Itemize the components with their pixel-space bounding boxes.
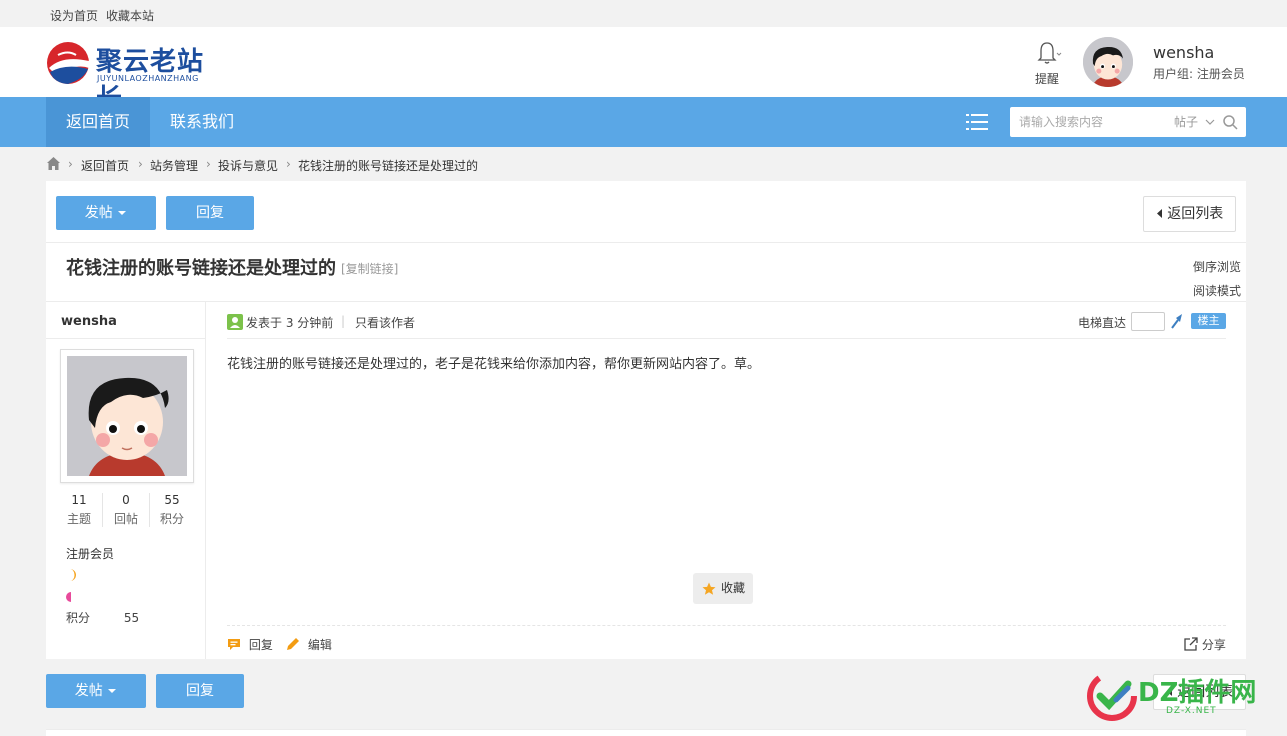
bottom-reply-button[interactable]: 回复 — [156, 674, 244, 708]
post-time: 发表于 3 分钟前 — [246, 316, 334, 330]
author-name[interactable]: wensha — [61, 314, 117, 329]
notification-bell[interactable]: 提醒 — [1032, 39, 1062, 87]
author-score: 积分 55 — [66, 609, 139, 626]
caret-left-icon — [1156, 209, 1162, 218]
breadcrumb-separator: › — [206, 157, 211, 171]
moon-badge-icon — [70, 569, 76, 581]
chevron-down-icon — [1205, 119, 1215, 125]
stat-label: 回帖 — [113, 512, 138, 526]
watermark-text: DZ插件网 — [1138, 678, 1257, 708]
thread-container: 发帖 回复 返回列表 花钱注册的账号链接还是处理过的 [复制链接] 倒序浏览 阅… — [46, 181, 1246, 659]
main-nav: 返回首页 联系我们 帖子 — [0, 97, 1287, 147]
breadcrumb-separator: › — [286, 157, 291, 171]
stat-value: 55 — [164, 493, 180, 507]
logo-emblem-icon — [47, 42, 89, 84]
breadcrumb-item-admin[interactable]: 站务管理 — [150, 157, 198, 174]
pencil-icon — [287, 638, 299, 650]
checkmark-logo-icon — [1087, 671, 1137, 721]
watermark-sub: DZ-X.NET — [1166, 706, 1217, 716]
caret-down-icon — [118, 211, 127, 215]
site-logo[interactable]: 聚云老站长 JUYUNLAOZHANZHANG — [46, 41, 216, 114]
divider — [46, 301, 1246, 302]
share-button[interactable]: 分享 — [1184, 636, 1226, 653]
online-user-icon — [227, 314, 243, 330]
stat-value: 0 — [122, 493, 130, 507]
post-content: 花钱注册的账号链接还是处理过的，老子是花钱来给你添加内容，帮你更新网站内容了。草… — [227, 357, 761, 372]
home-icon[interactable] — [46, 156, 61, 171]
back-to-list-label: 返回列表 — [1167, 206, 1224, 222]
search-type-select[interactable]: 帖子 — [1174, 107, 1215, 137]
floor-input[interactable] — [1131, 312, 1165, 331]
search-box: 帖子 — [1010, 107, 1246, 137]
bell-icon — [1037, 42, 1062, 64]
back-to-list-button[interactable]: 返回列表 — [1143, 196, 1236, 232]
thread-title: 花钱注册的账号链接还是处理过的 — [66, 258, 336, 279]
search-type-label: 帖子 — [1174, 115, 1199, 129]
nav-item-contact[interactable]: 联系我们 — [150, 97, 254, 147]
author-avatar[interactable] — [60, 349, 194, 483]
post-reply-button[interactable]: 回复 — [227, 636, 273, 653]
elevator-label: 电梯直达 — [1078, 316, 1127, 330]
author-panel: wensha 11 主题 0 回帖 55 积分 注册会员 积分 55 — [46, 302, 206, 659]
header-username[interactable]: wensha — [1153, 43, 1214, 62]
stat-points[interactable]: 55 积分 — [149, 493, 195, 527]
breadcrumb-item-thread[interactable]: 花钱注册的账号链接还是处理过的 — [298, 157, 478, 174]
top-bar: 设为首页 收藏本站 — [0, 0, 1287, 27]
new-post-button[interactable]: 发帖 — [56, 196, 156, 230]
nav-item-home[interactable]: 返回首页 — [46, 97, 151, 147]
only-author-link[interactable]: 只看该作者 — [355, 314, 415, 331]
stat-label: 积分 — [159, 512, 184, 526]
bookmark-link[interactable]: 收藏本站 — [106, 7, 154, 24]
new-post-label: 发帖 — [84, 205, 113, 221]
score-value: 55 — [123, 611, 140, 625]
share-icon — [1184, 637, 1198, 651]
comment-icon — [228, 639, 240, 650]
menu-list-icon[interactable] — [966, 113, 988, 131]
go-arrow-icon[interactable] — [1170, 313, 1184, 329]
set-home-link[interactable]: 设为首页 — [50, 7, 98, 24]
post-edit-button[interactable]: 编辑 — [286, 636, 332, 653]
stat-threads[interactable]: 11 主题 — [56, 493, 102, 527]
breadcrumb-item-home[interactable]: 返回首页 — [81, 157, 129, 174]
read-mode-link[interactable]: 阅读模式 — [1193, 282, 1241, 299]
caret-down-icon — [108, 689, 117, 693]
watermark: DZ插件网 DZ-X.NET — [1086, 668, 1276, 724]
level-dot-icon — [66, 592, 71, 602]
reverse-view-link[interactable]: 倒序浏览 — [1193, 258, 1241, 275]
divider — [46, 242, 1246, 243]
bell-label: 提醒 — [1034, 72, 1059, 86]
reply-button[interactable]: 回复 — [166, 196, 254, 230]
divider — [46, 338, 205, 339]
site-header: 聚云老站长 JUYUNLAOZHANZHANG 提醒 wensha 用户组: 注… — [0, 27, 1287, 114]
post-edit-label: 编辑 — [307, 638, 332, 652]
breadcrumb-separator: › — [68, 157, 73, 171]
stat-label: 主题 — [66, 512, 91, 526]
avatar-cartoon-icon — [1083, 37, 1133, 87]
author-group[interactable]: 注册会员 — [66, 545, 114, 562]
search-icon[interactable] — [1222, 114, 1238, 130]
share-label: 分享 — [1201, 638, 1226, 652]
next-section-strip — [46, 729, 1246, 736]
post-reply-label: 回复 — [248, 638, 273, 652]
breadcrumb-separator: › — [138, 157, 143, 171]
stat-value: 11 — [71, 493, 87, 507]
breadcrumb-item-feedback[interactable]: 投诉与意见 — [218, 157, 278, 174]
favorite-button[interactable]: 收藏 — [693, 573, 753, 604]
stat-replies[interactable]: 0 回帖 — [103, 493, 149, 527]
bottom-new-post-label: 发帖 — [74, 683, 103, 699]
divider — [227, 338, 1226, 339]
floor-badge: 楼主 — [1191, 313, 1226, 329]
copy-link[interactable]: [复制链接] — [341, 260, 398, 277]
divider: | — [341, 314, 346, 328]
site-subname: JUYUNLAOZHANZHANG — [97, 74, 199, 83]
header-usergroup: 用户组: 注册会员 — [1153, 67, 1245, 81]
divider — [227, 625, 1226, 626]
favorite-label: 收藏 — [721, 581, 746, 595]
avatar-cartoon-icon — [67, 356, 187, 476]
star-icon — [702, 582, 716, 595]
user-avatar[interactable] — [1083, 37, 1133, 87]
search-input[interactable] — [1010, 107, 1170, 137]
bottom-new-post-button[interactable]: 发帖 — [46, 674, 146, 708]
score-label: 积分 — [66, 611, 91, 625]
